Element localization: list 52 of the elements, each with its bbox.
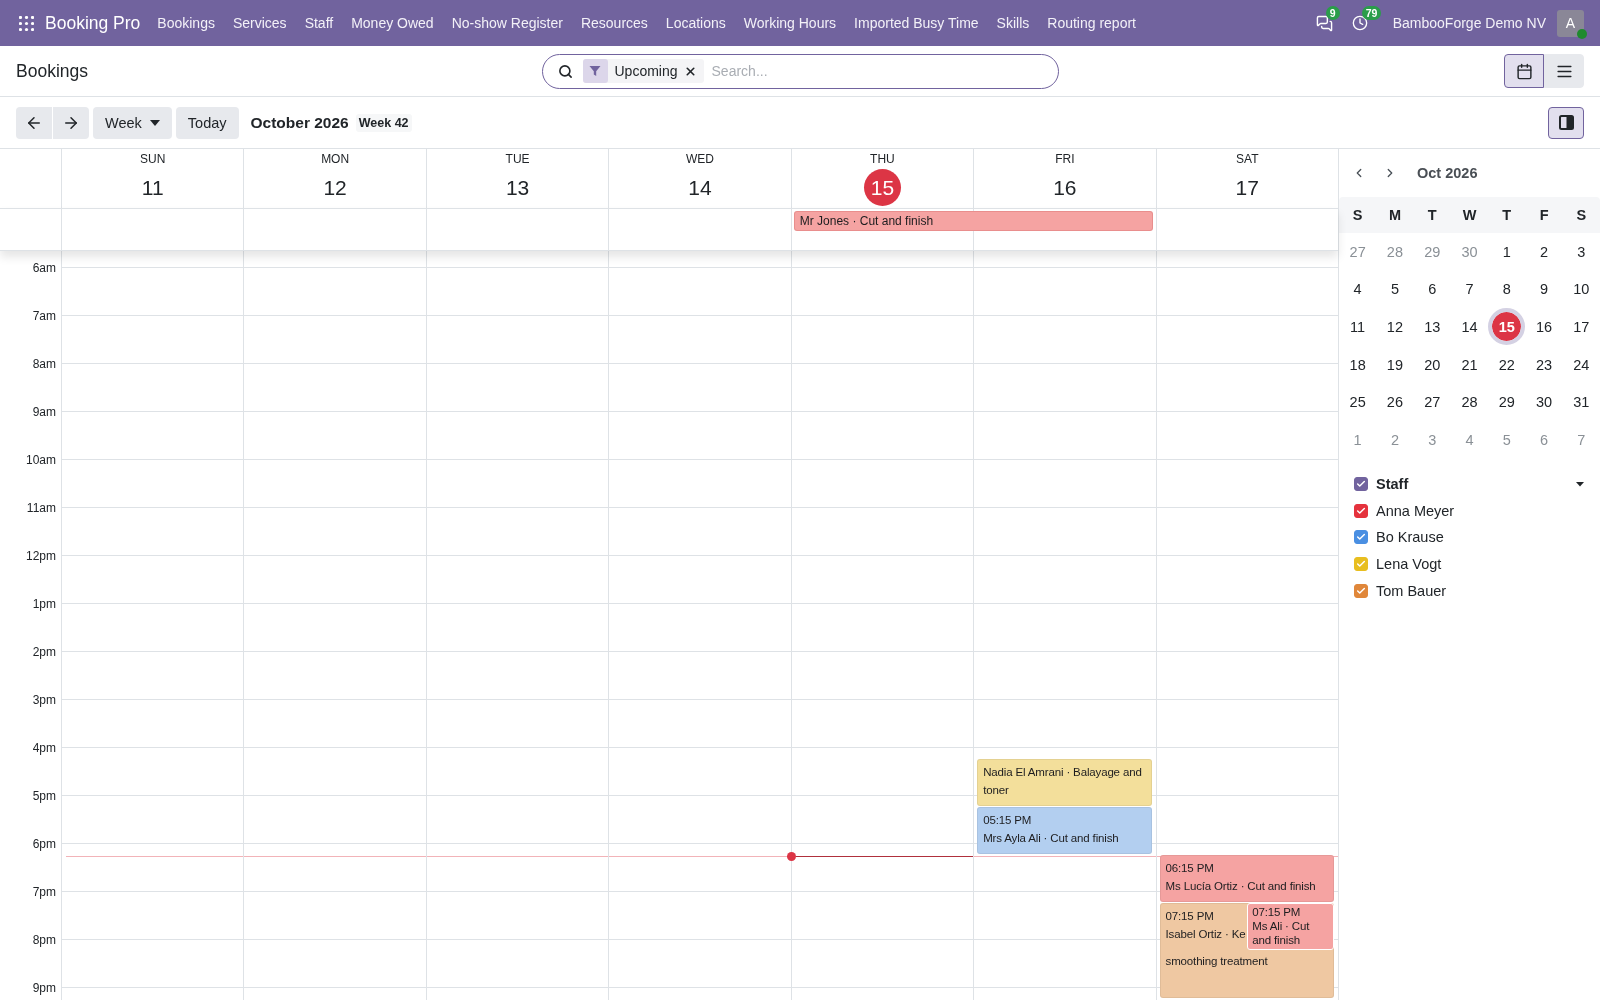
hour-label: 6am	[32, 261, 57, 277]
weekday-label: F	[1538, 207, 1550, 223]
weekday-label: T	[1426, 207, 1438, 223]
weekday-label: T	[1501, 207, 1513, 223]
day-name: SAT	[1236, 152, 1259, 166]
weekday-label: M	[1387, 207, 1402, 223]
booking-time: 06:15 PM	[1165, 861, 1214, 876]
page-title: Bookings	[16, 60, 88, 82]
hour-label: 9am	[32, 405, 57, 421]
day-name: WED	[686, 152, 714, 166]
hour-label: 8pm	[32, 933, 57, 949]
day-name: FRI	[1055, 152, 1075, 166]
weekday-label: W	[1461, 207, 1478, 223]
staff-name: Lena Vogt	[1376, 555, 1442, 572]
hour-label: 9pm	[32, 981, 57, 997]
facet-label: Upcoming	[614, 63, 678, 79]
hour-label: 8am	[32, 357, 57, 373]
hour-label: 4pm	[32, 741, 57, 757]
day-name: MON	[321, 152, 350, 166]
hour-label: 12pm	[25, 549, 57, 565]
day-name: SUN	[140, 152, 166, 166]
staff-name: Tom Bauer	[1376, 582, 1447, 599]
staff-name: Anna Meyer	[1376, 502, 1455, 519]
staff-name: Bo Krause	[1376, 529, 1444, 546]
weekday-label: S	[1351, 207, 1364, 223]
message-count: 9	[1325, 5, 1340, 20]
booking-title: Ms Ali · Cut and finish	[1252, 919, 1311, 947]
period-title: October 2026	[250, 113, 349, 132]
activity-count: 79	[1361, 6, 1382, 20]
hour-label: 3pm	[32, 693, 57, 709]
booking-time: 07:15 PM	[1252, 905, 1301, 919]
hour-label: 5pm	[32, 789, 57, 805]
week-number: Week 42	[355, 113, 412, 132]
booking-title: Ms Lucía Ortiz · Cut and finish	[1165, 879, 1316, 894]
day-name: TUE	[505, 152, 530, 166]
filter-group-title: Staff	[1376, 475, 1409, 492]
booking-title: Mrs Ayla Ali · Cut and finish	[983, 831, 1119, 846]
booking-time: 07:15 PM	[1165, 909, 1214, 924]
booking-title: Nadia El Amrani · Balayage and toner	[983, 765, 1143, 798]
hour-label: 7am	[32, 309, 57, 325]
hour-label: 1pm	[32, 597, 57, 613]
hour-label: 10am	[25, 453, 57, 469]
day-name: THU	[870, 152, 895, 166]
weekday-label: S	[1575, 207, 1588, 223]
hour-label: 2pm	[32, 645, 57, 661]
month-title: Oct 2026	[1417, 165, 1478, 181]
booking-title: smoothing treatment	[1165, 954, 1268, 969]
hour-label: 6pm	[32, 837, 57, 853]
hour-label: 11am	[26, 501, 57, 517]
booking-time: 05:15 PM	[983, 813, 1032, 828]
booking-title: Isabel Ortiz · Ke	[1165, 927, 1246, 942]
hour-label: 7pm	[32, 885, 57, 901]
